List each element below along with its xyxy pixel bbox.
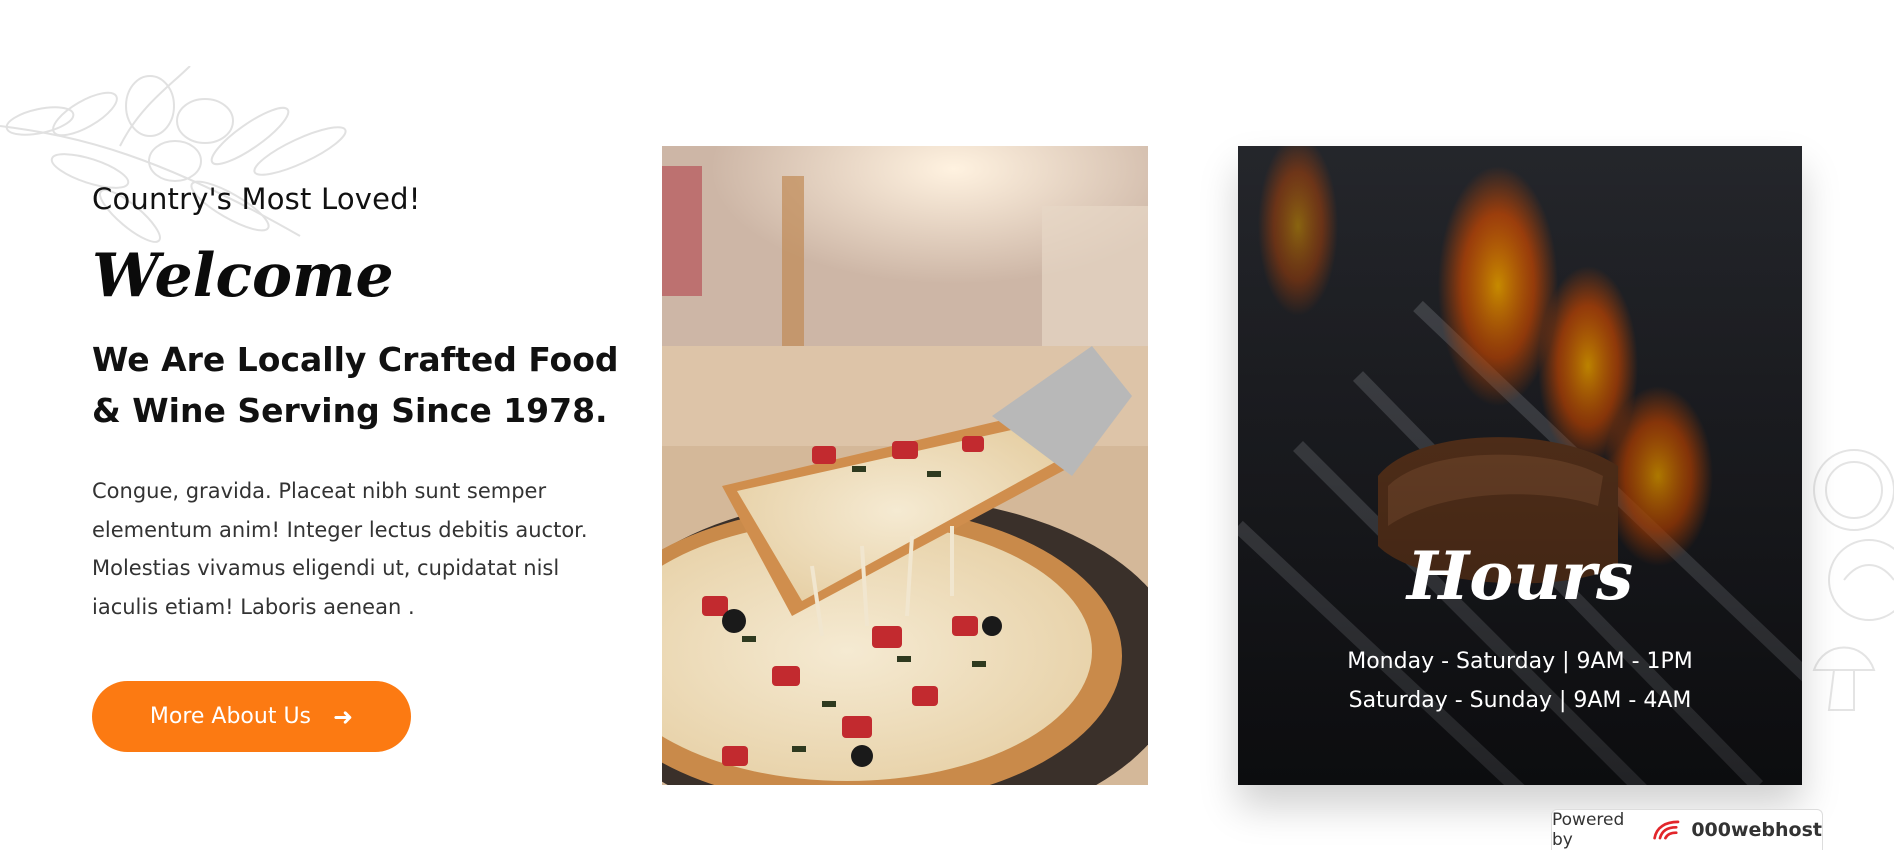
more-about-us-button[interactable]: More About Us ➜ (92, 681, 411, 752)
intro-block: Country's Most Loved! Welcome We Are Loc… (92, 182, 652, 626)
hours-line-weekdays: Monday - Saturday | 9AM - 1PM (1347, 649, 1693, 674)
kicker-text: Country's Most Loved! (92, 182, 421, 216)
hours-content: Hours Monday - Saturday | 9AM - 1PM Satu… (1238, 536, 1802, 720)
powered-by-badge[interactable]: Powered by 000webhost (1551, 809, 1823, 850)
hours-card: Hours Monday - Saturday | 9AM - 1PM Satu… (1238, 146, 1802, 785)
welcome-heading: Welcome (92, 241, 394, 311)
hours-title: Hours (1406, 537, 1634, 615)
intro-paragraph: Congue, gravida. Placeat nibh sunt sempe… (92, 479, 588, 619)
hours-line-weekend: Saturday - Sunday | 9AM - 4AM (1348, 688, 1692, 713)
hours-list: Monday - Saturday | 9AM - 1PM Saturday -… (1238, 642, 1802, 720)
subheading: We Are Locally Crafted Food & Wine Servi… (92, 340, 619, 430)
000webhost-logo-icon (1652, 820, 1680, 840)
powered-by-brand: 000webhost (1691, 819, 1822, 841)
powered-by-label: Powered by (1552, 810, 1625, 850)
more-about-us-label: More About Us (149, 704, 312, 729)
arrow-right-icon: ➜ (333, 702, 354, 731)
pizza-photo (662, 146, 1148, 785)
about-section: Country's Most Loved! Welcome We Are Loc… (0, 0, 1894, 850)
